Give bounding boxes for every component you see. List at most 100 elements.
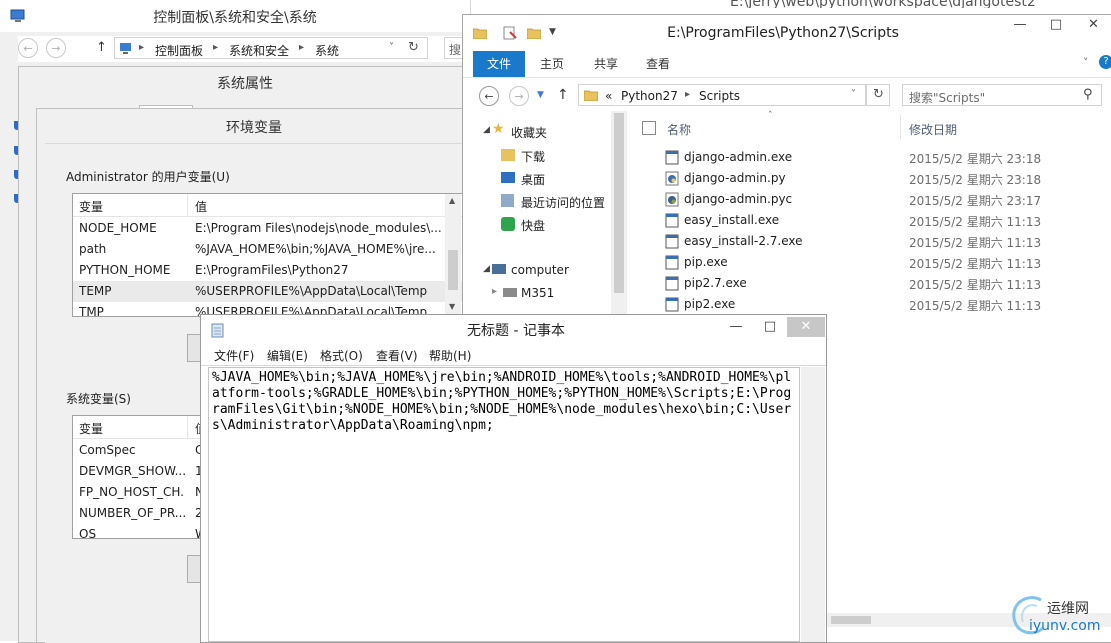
file-row[interactable]: pip.exe 2015/5/2 星期六 11:13 [463,252,1041,273]
column-name[interactable]: 名称 [667,121,691,138]
scrollbar-thumb[interactable] [448,250,458,290]
dropdown-arrow-icon[interactable]: ˅ [389,42,394,53]
breadcrumb-scripts[interactable]: Scripts [699,89,740,103]
select-all-checkbox[interactable] [642,121,656,135]
file-row[interactable]: easy_install.exe 2015/5/2 星期六 11:13 [463,210,1041,231]
table-row[interactable]: DEVMGR_SHOW... 1 [73,461,203,482]
explorer-address-bar[interactable]: « Python27 ▸ Scripts ˅ [578,84,866,106]
control-panel-address-bar[interactable]: ▸ 控制面板 ▸ 系统和安全 ▸ 系统 ˅ ↻ [114,37,428,59]
menu-file[interactable]: 文件(F) [214,347,254,364]
variable-value: E:\ProgramFiles\Python27 [195,263,349,277]
minimize-button[interactable]: — [1003,15,1037,35]
file-row[interactable]: pip2.7.exe 2015/5/2 星期六 11:13 [463,273,1041,294]
table-row[interactable]: OS W [73,524,203,538]
variable-value: %JAVA_HOME%\bin;%JAVA_HOME%\jre... [195,242,436,256]
tab-view[interactable]: 查看 [637,51,679,77]
python-file-icon [665,171,680,186]
control-panel-path-icon [119,41,133,55]
help-icon[interactable]: ? [1099,55,1111,69]
exe-icon [665,213,680,228]
table-row[interactable]: PYTHON_HOME E:\ProgramFiles\Python27 [73,260,462,281]
table-row[interactable]: ComSpec C [73,440,203,461]
search-icon[interactable]: ⚲ [1083,87,1093,102]
refresh-icon[interactable]: ↻ [408,40,419,55]
maximize-button[interactable]: □ [1039,15,1073,35]
variable-value: %USERPROFILE%\AppData\Local\Temp [195,284,428,298]
menu-edit[interactable]: 编辑(E) [267,347,308,364]
explorer-search-box[interactable]: 搜索"Scripts" ⚲ [902,84,1102,106]
menu-view[interactable]: 查看(V) [376,347,418,364]
tab-home[interactable]: 主页 [531,51,573,77]
refresh-button[interactable]: ↻ [866,84,890,106]
quick-access-dropdown-icon[interactable]: ▼ [549,27,556,37]
table-row[interactable]: FP_NO_HOST_CH... N [73,482,203,503]
breadcrumb-control-panel[interactable]: 控制面板 [155,42,203,59]
explorer-title: E:\ProgramFiles\Python27\Scripts [667,25,899,41]
file-name: django-admin.exe [684,150,793,164]
file-row[interactable]: django-admin.exe 2015/5/2 星期六 23:18 [463,147,1041,168]
path-prefix[interactable]: « [605,89,612,103]
tab-file[interactable]: 文件 [473,51,525,77]
recent-locations-icon[interactable]: ▼ [537,90,544,100]
file-row[interactable]: easy_install-2.7.exe 2015/5/2 星期六 11:13 [463,231,1041,252]
column-divider [900,115,901,139]
table-row[interactable]: path %JAVA_HOME%\bin;%JAVA_HOME%\jre... [73,239,462,260]
minimize-button[interactable]: — [719,317,753,337]
maximize-button[interactable]: □ [753,317,787,337]
table-row[interactable]: NUMBER_OF_PR... 2 [73,503,203,524]
up-button[interactable]: ↑ [96,40,107,55]
table-row-selected[interactable]: TEMP %USERPROFILE%\AppData\Local\Temp [73,281,462,302]
notepad-scrollbar[interactable] [801,367,825,642]
menu-format[interactable]: 格式(O) [320,347,363,364]
breadcrumb-system[interactable]: 系统 [315,42,339,59]
file-name: pip.exe [684,255,728,269]
notepad-window: 无标题 - 记事本 — □ ✕ 文件(F) 编辑(E) 格式(O) 查看(V) … [200,314,827,643]
up-button[interactable]: ↑ [557,87,569,103]
variable-name: TEMP [79,284,112,298]
column-variable[interactable]: 变量 [79,420,103,437]
scroll-up-icon[interactable]: ▲ [449,196,455,205]
file-row[interactable]: django-admin.pyc 2015/5/2 星期六 23:17 [463,189,1041,210]
file-row[interactable]: pip2.exe 2015/5/2 星期六 11:13 [463,294,1041,315]
notepad-text-area[interactable]: %JAVA_HOME%\bin;%JAVA_HOME%\jre\bin;%AND… [208,367,800,642]
refresh-icon: ↻ [873,87,884,102]
folder-icon[interactable] [473,27,487,39]
scroll-down-icon[interactable]: ▼ [449,302,455,311]
variable-name: FP_NO_HOST_CH... [79,485,185,499]
file-date: 2015/5/2 星期六 11:13 [909,257,1042,271]
file-name: pip2.exe [684,297,736,311]
notepad-icon [211,322,225,338]
forward-button[interactable]: → [46,38,66,58]
scrollbar-thumb[interactable] [831,616,871,624]
column-value[interactable]: 值 [195,198,207,215]
background-window-title-text: E:\Jerry\web\python\workspace\djangotest… [730,0,1036,8]
chevron-down-icon[interactable]: ˅ [1083,56,1089,69]
system-variables-label: 系统变量(S) [66,392,131,406]
close-button[interactable]: ✕ [1075,15,1111,35]
user-list-scrollbar[interactable]: ▲ ▼ [445,194,461,316]
dropdown-arrow-icon[interactable]: ˅ [851,89,856,100]
user-variables-list[interactable]: 变量 值 NODE_HOME E:\Program Files\nodejs\n… [72,193,463,317]
back-button[interactable]: ← [479,86,499,106]
environment-variables-title: 环境变量 [226,120,282,136]
menu-help[interactable]: 帮助(H) [429,347,471,364]
back-button[interactable]: ← [18,38,38,58]
tab-share[interactable]: 共享 [585,51,627,77]
forward-button[interactable]: → [509,86,529,106]
breadcrumb-python27[interactable]: Python27 [621,89,678,103]
file-row[interactable]: django-admin.py 2015/5/2 星期六 23:18 [463,168,1041,189]
close-button[interactable]: ✕ [787,317,825,337]
system-properties-title: 系统属性 [217,76,273,92]
properties-icon[interactable] [503,26,517,40]
column-variable[interactable]: 变量 [79,198,103,215]
control-panel-titlebar: 控制面板\系统和安全\系统 [0,0,470,32]
variable-name: ComSpec [79,443,136,457]
column-modified[interactable]: 修改日期 [909,121,957,138]
new-folder-icon[interactable] [527,27,541,39]
breadcrumb-system-security[interactable]: 系统和安全 [229,42,289,59]
user-variables-label: Administrator 的用户变量(U) [66,170,230,184]
variable-value: E:\Program Files\nodejs\node_modules\... [195,221,442,235]
ribbon-tabs: 文件 主页 共享 查看 ˅ ? [463,51,1111,78]
table-row[interactable]: NODE_HOME E:\Program Files\nodejs\node_m… [73,218,462,239]
system-variables-list[interactable]: 变量 值 ComSpec C DEVMGR_SHOW... 1 FP_NO_HO… [72,415,204,539]
